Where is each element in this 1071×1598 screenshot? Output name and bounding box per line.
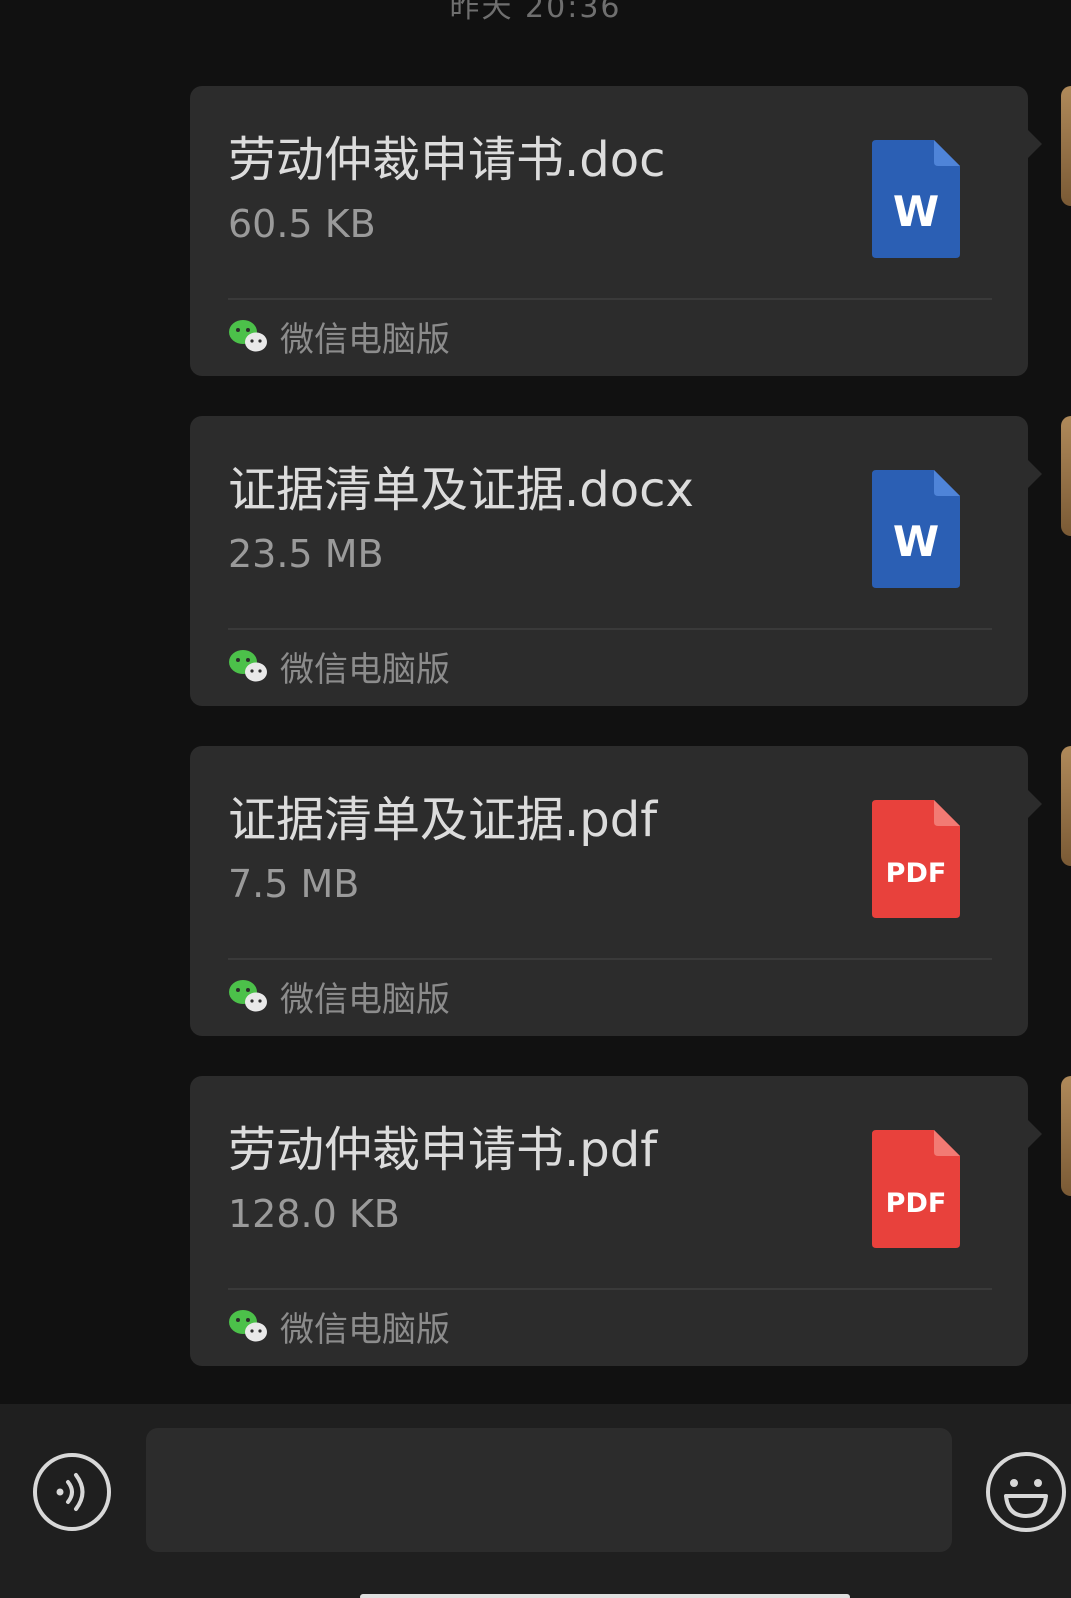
file-icon-label: W: [893, 187, 939, 236]
file-icon-label: PDF: [886, 1188, 947, 1219]
message-input[interactable]: [146, 1428, 952, 1552]
file-name: 证据清单及证据.docx: [228, 462, 694, 518]
file-name: 劳动仲裁申请书.pdf: [228, 1122, 658, 1178]
source-label: 微信电脑版: [280, 979, 450, 1020]
chat-input-bar: [0, 1404, 1071, 1598]
file-icon-label: PDF: [886, 858, 947, 889]
divider: [228, 1288, 992, 1290]
file-size: 60.5 KB: [228, 202, 376, 246]
file-name: 证据清单及证据.pdf: [228, 792, 658, 848]
pdf-file-icon: PDF: [872, 800, 960, 918]
file-name: 劳动仲裁申请书.doc: [228, 132, 666, 188]
message-source: 微信电脑版: [228, 1304, 450, 1350]
word-file-icon: W: [872, 470, 960, 588]
file-message-bubble[interactable]: 证据清单及证据.pdf 7.5 MB PDF 微信电脑版: [190, 746, 1042, 1036]
voice-icon[interactable]: [32, 1452, 112, 1532]
home-indicator[interactable]: [360, 1594, 850, 1598]
file-size: 128.0 KB: [228, 1192, 400, 1236]
source-label: 微信电脑版: [280, 1309, 450, 1350]
divider: [228, 298, 992, 300]
message-source: 微信电脑版: [228, 974, 450, 1020]
message-source: 微信电脑版: [228, 314, 450, 360]
divider: [228, 958, 992, 960]
word-file-icon: W: [872, 140, 960, 258]
avatar[interactable]: [1061, 1076, 1071, 1196]
emoji-icon[interactable]: [984, 1450, 1068, 1534]
message-timestamp: 昨天 20:36: [449, 0, 622, 25]
wechat-icon: [229, 980, 267, 1012]
file-message-bubble[interactable]: 劳动仲裁申请书.pdf 128.0 KB PDF 微信电脑版: [190, 1076, 1042, 1366]
file-message-bubble[interactable]: 证据清单及证据.docx 23.5 MB W 微信电脑版: [190, 416, 1042, 706]
chat-screen: 昨天 20:36 劳动仲裁申请书.doc 60.5 KB W 微信电脑版 证据清…: [0, 0, 1071, 1598]
pdf-file-icon: PDF: [872, 1130, 960, 1248]
message-source: 微信电脑版: [228, 644, 450, 690]
avatar[interactable]: [1061, 86, 1071, 206]
source-label: 微信电脑版: [280, 649, 450, 690]
wechat-icon: [229, 650, 267, 682]
file-size: 7.5 MB: [228, 862, 360, 906]
avatar[interactable]: [1061, 746, 1071, 866]
file-message-bubble[interactable]: 劳动仲裁申请书.doc 60.5 KB W 微信电脑版: [190, 86, 1042, 376]
source-label: 微信电脑版: [280, 319, 450, 360]
wechat-icon: [229, 320, 267, 352]
avatar[interactable]: [1061, 416, 1071, 536]
file-size: 23.5 MB: [228, 532, 384, 576]
file-icon-label: W: [893, 517, 939, 566]
divider: [228, 628, 992, 630]
wechat-icon: [229, 1310, 267, 1342]
